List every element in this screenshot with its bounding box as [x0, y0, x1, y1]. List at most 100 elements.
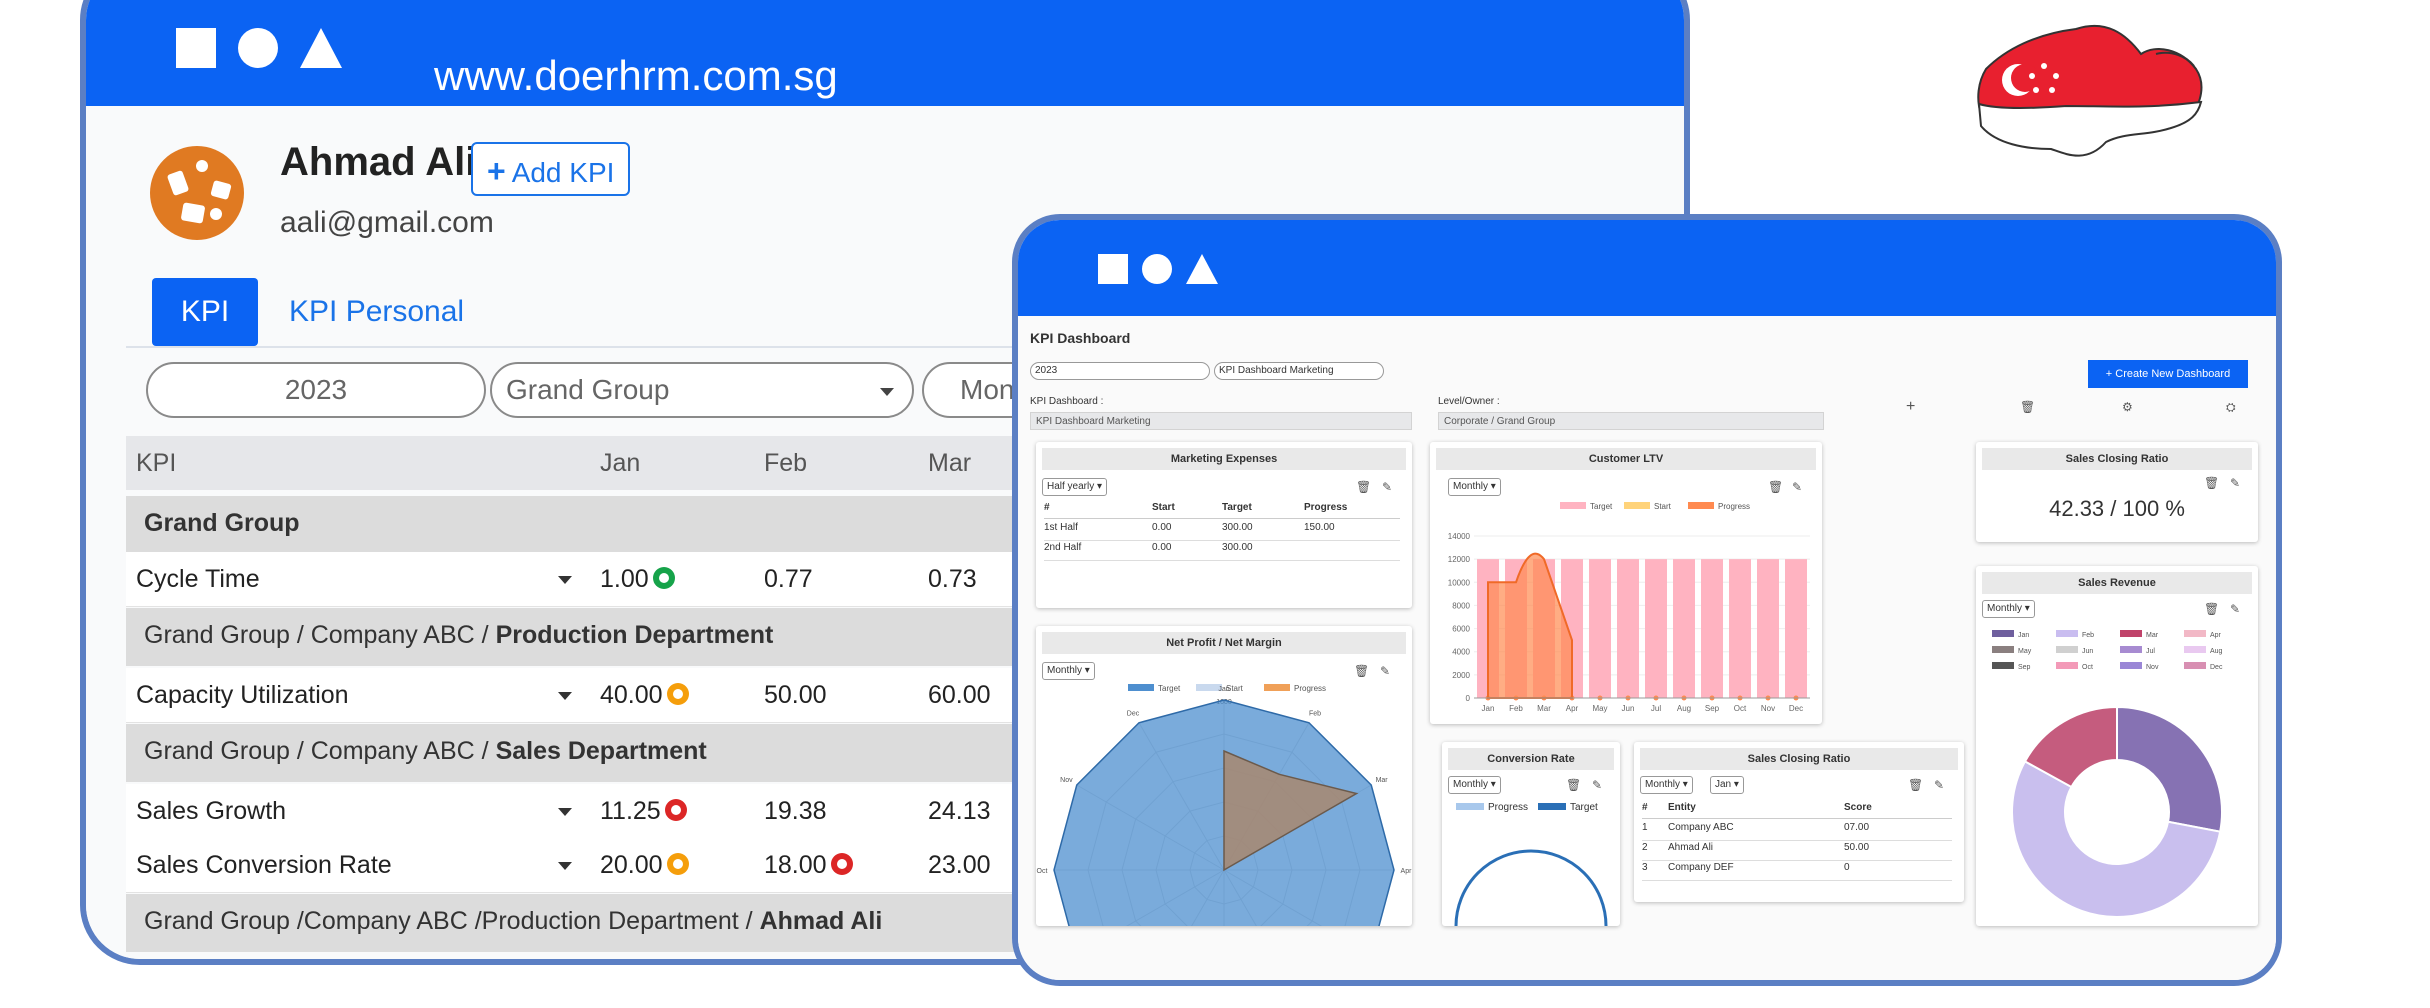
status-dot-icon — [664, 799, 687, 822]
marketing-expenses-card: Marketing Expenses Half yearly ▾ 🗑 ✎ # S… — [1036, 442, 1412, 608]
bar-target — [1701, 559, 1723, 698]
legend-label: Jan — [2018, 632, 2029, 639]
caret-down-icon[interactable] — [558, 862, 572, 870]
sales-revenue-pie-chart: Jan Feb Mar Apr May Jun Jul Aug Sep Oct Nov Dec — [1992, 630, 2223, 918]
x-tick-label: Oct — [1734, 704, 1747, 713]
radar-axis-label: Mar — [1376, 777, 1389, 784]
logo-shapes — [1098, 254, 1218, 284]
edit-icon[interactable]: ✎ — [2230, 602, 2240, 616]
legend-swatch — [2120, 646, 2142, 653]
table-row: 2nd Half 0.00 300.00 — [1044, 542, 1400, 561]
caret-down-icon[interactable] — [558, 808, 572, 816]
legend-swatch — [2120, 662, 2142, 669]
edit-icon[interactable]: ✎ — [1592, 778, 1602, 792]
edit-icon[interactable]: ✎ — [2230, 476, 2240, 490]
triangle-icon — [1186, 254, 1218, 284]
dashboard-select[interactable]: KPI Dashboard Marketing — [1214, 362, 1384, 380]
trash-icon[interactable]: 🗑 — [2204, 476, 2219, 490]
kpi-dashboard-field[interactable]: KPI Dashboard Marketing — [1030, 412, 1412, 430]
tab-kpi-personal[interactable]: KPI Personal — [289, 278, 464, 346]
legend-label: Progress — [1294, 684, 1326, 693]
y-tick-label: 4000 — [1452, 648, 1470, 657]
net-profit-card: Net Profit / Net Margin Monthly ▾ 🗑 ✎ Ta… — [1036, 626, 1412, 926]
period-select[interactable]: Monthly ▾ — [1448, 776, 1501, 794]
table-row[interactable]: Sales Growth 11.25 19.38 24.13 — [126, 784, 1086, 839]
trash-icon[interactable]: 🗑 — [1566, 778, 1581, 792]
conversion-rate-card: Conversion Rate Monthly ▾ 🗑 ✎ Progress T… — [1442, 742, 1620, 926]
year-filter[interactable]: 2023 — [146, 362, 486, 418]
group-row: Grand Group / Company ABC / Sales Depart… — [126, 724, 1086, 782]
trash-icon[interactable]: 🗑 — [2204, 602, 2219, 616]
x-tick-label: Dec — [1789, 704, 1803, 713]
settings-icon[interactable]: ⛭ — [2226, 400, 2236, 415]
period-select[interactable]: Monthly ▾ — [1982, 600, 2035, 618]
kpi-dashboard-label: KPI Dashboard : — [1030, 396, 1104, 407]
group-filter[interactable]: Grand Group — [490, 362, 914, 418]
card-title: Conversion Rate — [1448, 748, 1614, 770]
period-select[interactable]: Half yearly ▾ — [1042, 478, 1108, 496]
edit-icon[interactable]: ✎ — [1382, 480, 1392, 494]
legend-swatch — [2056, 662, 2078, 669]
legend-label: Aug — [2210, 648, 2223, 655]
level-owner-label: Level/Owner : — [1438, 396, 1500, 407]
group-row: Grand Group / Company ABC / Production D… — [126, 608, 1086, 666]
period-select[interactable]: Monthly ▾ — [1640, 776, 1693, 794]
legend-target: Target — [1538, 802, 1598, 813]
legend-label: Jul — [2146, 648, 2155, 655]
y-tick-label: 0 — [1466, 694, 1471, 703]
year-select[interactable]: 2023 — [1030, 362, 1210, 380]
jan-value: 11.25 — [600, 784, 687, 838]
caret-down-icon[interactable] — [558, 692, 572, 700]
kpi-name: Sales Conversion Rate — [136, 851, 392, 879]
edit-icon[interactable]: ✎ — [1934, 778, 1944, 792]
add-kpi-button[interactable]: + Add KPI — [471, 142, 631, 196]
circle-icon — [1142, 254, 1172, 284]
plus-icon[interactable]: + — [1906, 398, 1915, 416]
col-kpi: KPI — [136, 449, 177, 477]
trash-icon[interactable]: 🗑 — [1356, 480, 1371, 494]
sales-closing-ratio-card: Sales Closing Ratio 🗑 ✎ 42.33 / 100 % — [1976, 442, 2258, 542]
feb-value: 18.00 — [764, 838, 853, 892]
trash-icon[interactable]: 🗑 — [2020, 400, 2035, 414]
x-tick-label: Apr — [1566, 704, 1579, 713]
radar-axis-label: Nov — [1060, 777, 1073, 784]
table-row[interactable]: Cycle Time 1.00 0.77 0.73 — [126, 552, 1086, 607]
legend-label: Dec — [2210, 664, 2223, 671]
legend-label: Progress — [1718, 502, 1750, 511]
period-select[interactable]: Monthly ▾ — [1042, 662, 1095, 680]
level-owner-field[interactable]: Corporate / Grand Group — [1438, 412, 1824, 430]
x-tick-label: Feb — [1509, 704, 1523, 713]
logo-shapes — [176, 28, 342, 68]
legend-swatch — [1128, 684, 1154, 691]
legend-swatch — [2056, 630, 2078, 637]
legend-swatch — [1560, 502, 1586, 509]
legend-swatch — [2184, 646, 2206, 653]
card-title: Sales Revenue — [1982, 572, 2252, 594]
caret-down-icon[interactable] — [558, 576, 572, 584]
col-jan: Jan — [600, 449, 641, 477]
edit-icon[interactable]: ✎ — [1380, 664, 1390, 678]
gear-icon[interactable]: ⚙ — [2122, 400, 2133, 414]
tab-kpi[interactable]: KPI — [152, 278, 258, 346]
create-dashboard-button[interactable]: + Create New Dashboard — [2088, 360, 2248, 388]
jan-value: 1.00 — [600, 552, 675, 606]
avatar[interactable] — [150, 146, 244, 240]
table-row[interactable]: Capacity Utilization 40.00 50.00 60.00 — [126, 668, 1086, 723]
net-profit-radar-chart: TargetStartProgressJanFebMarAprMayJunJul… — [1037, 684, 1412, 926]
group-label: Grand Group / Company ABC / Production D… — [144, 621, 774, 649]
dashboard-window: KPI Dashboard 2023 KPI Dashboard Marketi… — [1012, 214, 2282, 986]
legend-label: Feb — [2082, 632, 2094, 639]
status-dot-icon — [666, 683, 689, 706]
y-tick-label: 10000 — [1448, 578, 1471, 587]
legend-label: Target — [1158, 684, 1181, 693]
site-url[interactable]: www.doerhrm.com.sg — [434, 52, 838, 100]
customer-ltv-chart: Target Start Progress 0 2000 4000 6000 8000 1000… — [1448, 502, 1810, 713]
trash-icon[interactable]: 🗑 — [1908, 778, 1923, 792]
conversion-gauge-chart — [1454, 849, 1608, 926]
y-tick-label: 12000 — [1448, 555, 1471, 564]
table-row[interactable]: Sales Conversion Rate 20.00 18.00 23.00 — [126, 838, 1086, 893]
month-select[interactable]: Jan ▾ — [1710, 776, 1744, 794]
status-dot-icon — [652, 567, 675, 590]
legend-swatch — [1624, 502, 1650, 509]
trash-icon[interactable]: 🗑 — [1354, 664, 1369, 678]
